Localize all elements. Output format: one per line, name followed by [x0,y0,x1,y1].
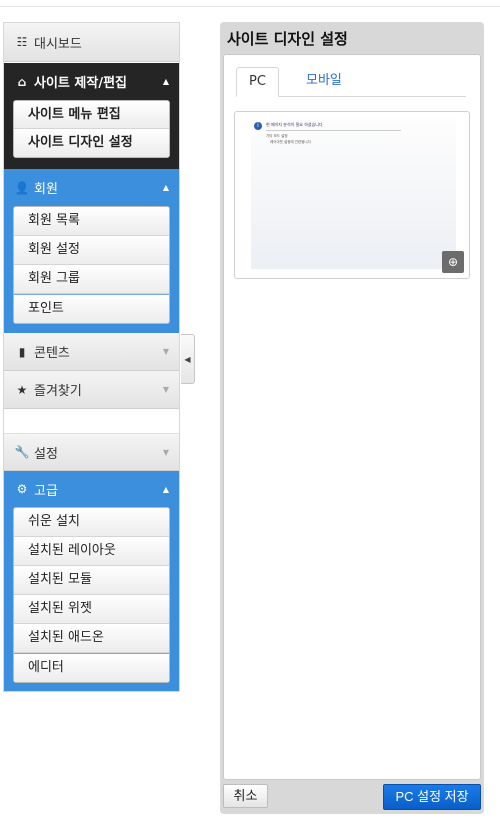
tab-mobile[interactable]: 모바일 [294,67,354,97]
sidebar-item-label: 설치된 레이아웃 [28,543,116,558]
info-icon: i [254,122,262,130]
sidebar-item-points[interactable]: 포인트 [14,294,169,323]
active-pointer-icon [170,128,177,142]
sidebar-item-editor[interactable]: 에디터 [14,653,169,682]
sidebar-item-label: 회원 설정 [28,242,80,257]
layout-preview-thumbnail[interactable]: i 현 페이지 분석이 필요 하셨습니다 기타 모드 설정 레이아웃 설정에 관… [251,119,456,269]
top-divider [0,6,500,7]
sidebar-section-advanced[interactable]: ⚙ 고급 ▲ [4,471,179,507]
panel-body: PC 모바일 i 현 페이지 분석이 필요 하셨습니다 기타 모드 설정 레이아… [223,54,481,780]
chevron-left-icon: ◀ [184,354,191,364]
caret-down-icon: ▼ [162,447,169,457]
caret-up-icon: ▲ [162,484,169,494]
sidebar-section-label: 사이트 제작/편집 [34,76,127,91]
sidebar-item-installed-addons[interactable]: 설치된 애드온 [14,624,169,653]
sidebar-item-site-menu-edit[interactable]: 사이트 메뉴 편집 [14,101,169,129]
sidebar-collapse-toggle[interactable]: ◀ [181,334,195,384]
site-build-list: 사이트 메뉴 편집 사이트 디자인 설정 [13,100,170,158]
sidebar-section-favorites[interactable]: ★ 즐겨찾기 ▼ [4,371,179,409]
caret-up-icon: ▲ [162,183,169,192]
sidebar-item-member-settings[interactable]: 회원 설정 [14,236,169,265]
sidebar-section-label: 고급 [34,483,58,499]
admin-sidebar: ☷ 대시보드 ⌂ 사이트 제작/편집 ▲ 사이트 메뉴 편집 사이트 디자인 설… [3,22,180,692]
advanced-list: 쉬운 설치 설치된 레이아웃 설치된 모듈 설치된 위젯 설치된 애드온 에디터 [13,507,170,683]
caret-up-icon: ▲ [162,77,169,86]
zoom-in-button[interactable]: ⊕ [442,251,464,273]
sidebar-section-label: 설정 [34,446,58,462]
sidebar-item-member-group[interactable]: 회원 그룹 [14,265,169,294]
sidebar-item-label: 설치된 위젯 [28,601,92,616]
list-icon: ☷ [16,35,28,49]
tab-pc[interactable]: PC [236,67,279,97]
zoom-icon: ⊕ [447,255,459,269]
caret-down-icon: ▼ [162,385,169,394]
device-tabs: PC 모바일 [236,67,466,97]
save-pc-settings-button[interactable]: PC 설정 저장 [383,784,481,810]
sidebar-section-site-build[interactable]: ⌂ 사이트 제작/편집 ▲ [4,63,179,100]
preview-text: 레이아웃 설정에 관련됩니다 [270,140,311,144]
cancel-button[interactable]: 취소 [223,784,268,808]
panel-title: 사이트 디자인 설정 [227,30,348,48]
sidebar-item-installed-modules[interactable]: 설치된 모듈 [14,566,169,595]
member-list: 회원 목록 회원 설정 회원 그룹 포인트 [13,206,170,324]
sidebar-item-label: 에디터 [28,660,64,675]
preview-text: 기타 모드 설정 [266,134,288,138]
preview-heading: 현 페이지 분석이 필요 하셨습니다 [266,122,323,127]
sidebar-item-installed-layouts[interactable]: 설치된 레이아웃 [14,537,169,566]
sidebar-section-contents[interactable]: ▮ 콘텐츠 ▼ [4,333,179,371]
sidebar-item-label: 쉬운 설치 [28,514,80,529]
sidebar-item-dashboard[interactable]: ☷ 대시보드 [4,23,179,62]
sidebar-item-label: 회원 목록 [28,213,80,228]
sidebar-section-label: 회원 [34,182,58,197]
advanced-submenu: 쉬운 설치 설치된 레이아웃 설치된 모듈 설치된 위젯 설치된 애드온 에디터 [4,507,179,691]
caret-down-icon: ▼ [162,347,169,356]
layout-preview: i 현 페이지 분석이 필요 하셨습니다 기타 모드 설정 레이아웃 설정에 관… [234,111,470,279]
member-submenu: 회원 목록 회원 설정 회원 그룹 포인트 [4,206,179,333]
panel-footer: 취소 PC 설정 저장 [223,784,481,810]
home-icon: ⌂ [17,74,27,89]
sidebar-item-member-list[interactable]: 회원 목록 [14,207,169,236]
sidebar-item-label: 사이트 메뉴 편집 [28,107,121,122]
design-settings-panel: 사이트 디자인 설정 PC 모바일 i 현 페이지 분석이 필요 하셨습니다 기… [220,22,484,814]
sidebar-item-easy-install[interactable]: 쉬운 설치 [14,508,169,537]
sidebar-section-settings[interactable]: 🔧 설정 ▼ [4,433,179,471]
sidebar-section-member[interactable]: 👤 회원 ▲ [4,169,179,206]
user-icon: 👤 [14,180,30,195]
sidebar-section-label: 콘텐츠 [34,346,70,361]
sidebar-item-site-design-settings[interactable]: 사이트 디자인 설정 [14,129,169,157]
book-icon: ▮ [18,344,26,359]
preview-divider [266,130,401,131]
wrench-icon: 🔧 [14,445,30,459]
sidebar-item-label: 설치된 애드온 [28,630,104,645]
sidebar-item-label: 대시보드 [34,36,82,52]
site-build-submenu: 사이트 메뉴 편집 사이트 디자인 설정 [4,100,179,169]
sidebar-item-label: 설치된 모듈 [28,572,92,587]
sidebar-section-label: 즐겨찾기 [34,384,82,399]
sidebar-item-installed-widgets[interactable]: 설치된 위젯 [14,595,169,624]
star-icon: ★ [16,382,28,397]
sidebar-item-label: 사이트 디자인 설정 [28,135,133,150]
sidebar-item-label: 포인트 [28,301,64,316]
sidebar-item-label: 회원 그룹 [28,271,80,286]
gear-icon: ⚙ [16,482,28,496]
